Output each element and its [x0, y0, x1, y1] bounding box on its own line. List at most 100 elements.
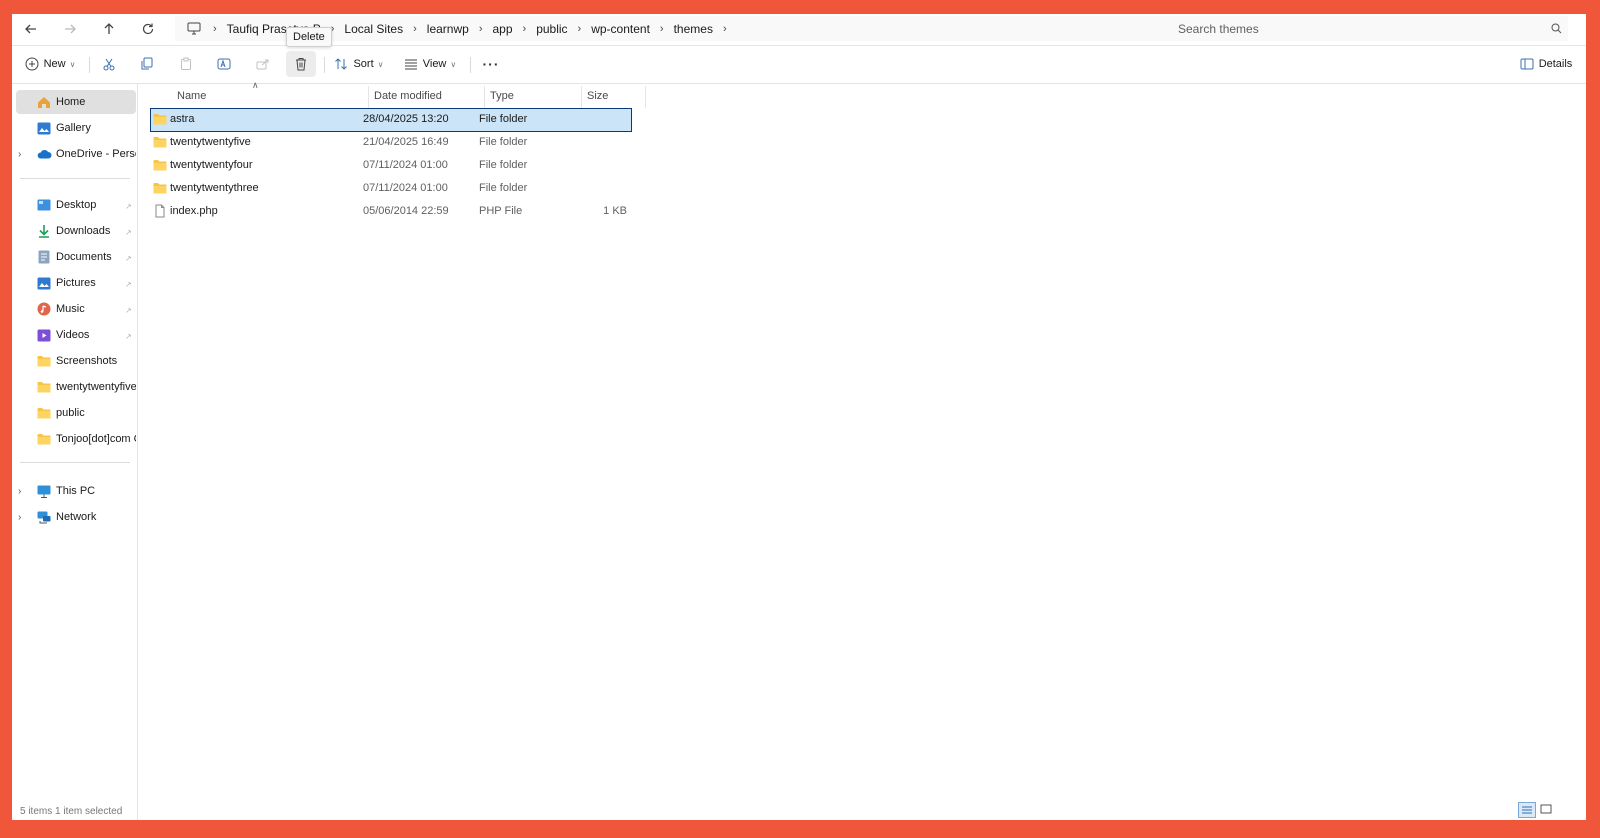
- more-options-button[interactable]: ···: [476, 51, 506, 77]
- chevron-right-icon[interactable]: ›: [721, 23, 729, 35]
- file-row[interactable]: index.php 05/06/2014 22:59 PHP File 1 KB: [151, 201, 631, 223]
- breadcrumb-local-sites[interactable]: Local Sites: [336, 22, 411, 36]
- column-header-label: Date modified: [374, 90, 442, 102]
- pin-icon[interactable]: ⸕: [125, 303, 132, 316]
- cut-button[interactable]: [94, 51, 124, 77]
- sidebar-item-music[interactable]: Music ⸕: [16, 297, 136, 321]
- breadcrumb-app[interactable]: app: [484, 22, 520, 36]
- trash-icon: [296, 58, 306, 71]
- sidebar-item-videos[interactable]: Videos ⸕: [16, 323, 136, 347]
- file-type: File folder: [479, 182, 528, 194]
- column-header-type[interactable]: Type: [490, 84, 580, 108]
- sidebar-item-gallery[interactable]: Gallery: [16, 116, 136, 140]
- details-button[interactable]: Details: [1516, 51, 1576, 77]
- sidebar-item-onedrive[interactable]: › OneDrive - Persona: [16, 142, 136, 166]
- folder-icon: [153, 114, 167, 125]
- file-row[interactable]: astra 28/04/2025 13:20 File folder: [150, 108, 632, 132]
- sidebar-item-desktop[interactable]: Desktop ⸕: [16, 193, 136, 217]
- sidebar-item-network[interactable]: › Network: [16, 505, 136, 529]
- sidebar-item-label: Music: [56, 303, 85, 315]
- chevron-down-icon: ∨: [377, 59, 384, 69]
- chevron-right-icon[interactable]: ›: [477, 23, 485, 35]
- chevron-right-icon[interactable]: ›: [18, 512, 28, 523]
- column-header-date[interactable]: Date modified: [374, 84, 484, 108]
- file-name: index.php: [170, 205, 218, 217]
- breadcrumb-learnwp[interactable]: learnwp: [419, 22, 477, 36]
- folder-icon: [36, 431, 52, 447]
- chevron-right-icon[interactable]: ›: [18, 149, 28, 160]
- rename-button[interactable]: [209, 51, 239, 77]
- chevron-right-icon[interactable]: ›: [658, 23, 666, 35]
- tiles-view-toggle[interactable]: [1538, 802, 1554, 816]
- sort-button[interactable]: Sort ∨: [332, 51, 386, 77]
- new-button[interactable]: New ∨: [22, 51, 78, 77]
- sidebar-item-label: Network: [56, 511, 97, 523]
- arrow-left-icon: [25, 24, 36, 34]
- sidebar-item-label: Pictures: [56, 277, 96, 289]
- column-divider[interactable]: [581, 86, 582, 108]
- column-header-size[interactable]: Size: [587, 84, 642, 108]
- pin-icon[interactable]: ⸕: [125, 277, 132, 290]
- sidebar-item-twentytwentyfive[interactable]: twentytwentyfive: [16, 375, 136, 399]
- file-date: 07/11/2024 01:00: [363, 182, 448, 194]
- share-button[interactable]: [248, 51, 278, 77]
- chevron-right-icon[interactable]: ›: [211, 23, 219, 35]
- pin-icon[interactable]: ⸕: [125, 251, 132, 264]
- search-input[interactable]: [1168, 20, 1544, 37]
- sidebar-item-public[interactable]: public: [16, 401, 136, 425]
- sidebar-item-tonjoo[interactable]: Tonjoo[dot]com Ca: [16, 427, 136, 451]
- chevron-right-icon[interactable]: ›: [521, 23, 529, 35]
- folder-icon: [36, 353, 52, 369]
- column-divider[interactable]: [645, 86, 646, 108]
- column-header-name[interactable]: Name: [177, 84, 367, 108]
- paste-button[interactable]: [171, 51, 201, 77]
- forward-button[interactable]: [57, 18, 83, 40]
- chevron-right-icon[interactable]: ›: [18, 486, 28, 497]
- back-button[interactable]: [18, 18, 44, 40]
- file-icon: [155, 204, 165, 218]
- sidebar-item-pictures[interactable]: Pictures ⸕: [16, 271, 136, 295]
- up-button[interactable]: [96, 18, 122, 40]
- chevron-down-icon: ∨: [69, 59, 76, 69]
- sidebar-item-home[interactable]: Home: [16, 90, 136, 114]
- file-name: twentytwentyfive: [170, 136, 251, 148]
- column-divider[interactable]: [368, 86, 369, 108]
- status-text: 5 items 1 item selected: [20, 806, 123, 817]
- pin-icon[interactable]: ⸕: [125, 225, 132, 238]
- breadcrumb-themes[interactable]: themes: [666, 22, 721, 36]
- refresh-button[interactable]: [135, 18, 161, 40]
- home-icon: [36, 94, 52, 110]
- search-icon[interactable]: [1544, 23, 1568, 34]
- view-button[interactable]: View ∨: [402, 51, 458, 77]
- breadcrumb-wp-content[interactable]: wp-content: [583, 22, 658, 36]
- delete-button[interactable]: [286, 51, 316, 77]
- details-view-toggle[interactable]: [1518, 802, 1536, 818]
- breadcrumb-public[interactable]: public: [528, 22, 575, 36]
- chevron-right-icon[interactable]: ›: [411, 23, 419, 35]
- file-date: 05/06/2014 22:59: [363, 205, 449, 217]
- pin-icon[interactable]: ⸕: [125, 199, 132, 212]
- sidebar-item-screenshots[interactable]: Screenshots: [16, 349, 136, 373]
- file-date: 07/11/2024 01:00: [363, 159, 448, 171]
- pin-icon[interactable]: ⸕: [125, 329, 132, 342]
- more-icon: ···: [482, 56, 500, 72]
- sidebar-item-downloads[interactable]: Downloads ⸕: [16, 219, 136, 243]
- file-row[interactable]: twentytwentythree 07/11/2024 01:00 File …: [151, 178, 631, 200]
- sidebar-item-documents[interactable]: Documents ⸕: [16, 245, 136, 269]
- file-type: File folder: [479, 159, 528, 171]
- separator: [89, 57, 90, 73]
- cloud-icon: [36, 146, 52, 162]
- scissors-icon: [103, 58, 115, 71]
- copy-button[interactable]: [132, 51, 162, 77]
- arrow-right-icon: [65, 24, 76, 34]
- chevron-right-icon[interactable]: ›: [576, 23, 584, 35]
- sidebar-item-label: Desktop: [56, 199, 97, 211]
- sidebar-item-this-pc[interactable]: › This PC: [16, 479, 136, 503]
- sidebar-item-label: Gallery: [56, 122, 91, 134]
- column-divider[interactable]: [484, 86, 485, 108]
- column-header-label: Size: [587, 90, 609, 102]
- sidebar-item-label: This PC: [56, 485, 96, 497]
- file-row[interactable]: twentytwentyfive 21/04/2025 16:49 File f…: [151, 132, 631, 154]
- file-row[interactable]: twentytwentyfour 07/11/2024 01:00 File f…: [151, 155, 631, 177]
- file-type: File folder: [479, 113, 528, 125]
